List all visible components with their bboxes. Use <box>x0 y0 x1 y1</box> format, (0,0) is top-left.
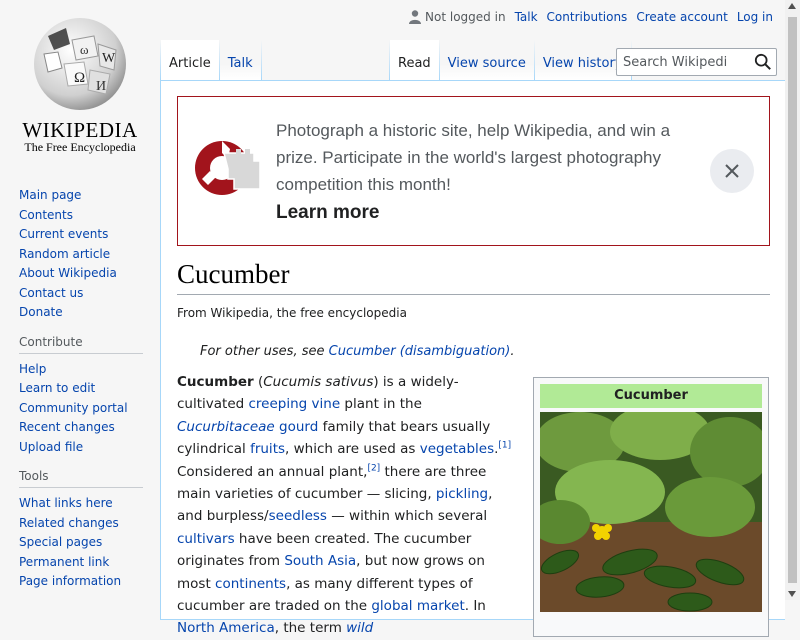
link-south-asia[interactable]: South Asia <box>284 553 356 569</box>
scientific-name: Cucumis sativus <box>263 374 374 390</box>
link-gourd[interactable]: gourd <box>279 419 318 435</box>
learn-more-link[interactable]: Learn more <box>276 202 379 224</box>
contributions-link[interactable]: Contributions <box>547 10 628 24</box>
sidebar-item-donate[interactable]: Donate <box>19 305 63 319</box>
link-wild[interactable]: wild <box>346 620 373 636</box>
text: . In <box>464 598 486 615</box>
sidebar-item-recent-changes[interactable]: Recent changes <box>19 420 115 434</box>
tab-read-label: Read <box>398 56 431 71</box>
tab-view-history-label[interactable]: View history <box>543 56 623 71</box>
contribute-heading: Contribute <box>19 335 143 354</box>
sidebar-item-help[interactable]: Help <box>19 362 46 376</box>
search-box <box>616 48 777 76</box>
nav-contribute: Contribute Help Learn to edit Community … <box>19 335 149 458</box>
tab-read[interactable]: Read <box>390 40 439 80</box>
sidebar-item-related-changes[interactable]: Related changes <box>19 516 119 530</box>
tab-talk[interactable]: Talk <box>219 40 261 80</box>
log-in-link[interactable]: Log in <box>737 10 773 24</box>
sidebar-item-current-events[interactable]: Current events <box>19 227 108 241</box>
sidebar-item-page-information[interactable]: Page information <box>19 574 121 588</box>
sidebar-item-about[interactable]: About Wikipedia <box>19 266 117 280</box>
page-title: Cucumber <box>177 259 770 295</box>
link-north-america[interactable]: North America <box>177 620 275 636</box>
sidebar-item-what-links-here[interactable]: What links here <box>19 496 113 510</box>
tagline: The Free Encyclopedia <box>24 140 136 154</box>
link-seedless[interactable]: seedless <box>269 508 327 524</box>
svg-text:ω: ω <box>80 42 89 57</box>
tab-talk-label[interactable]: Talk <box>228 56 253 71</box>
link-continents[interactable]: continents <box>215 576 286 592</box>
svg-text:И: И <box>96 79 106 94</box>
cucumber-plant-image <box>540 412 762 612</box>
close-icon <box>725 164 739 178</box>
wikipedia-logo[interactable]: Ω W ω И WIKIPEDIA The Free Encyclopedia <box>18 14 142 156</box>
sidebar-item-main-page[interactable]: Main page <box>19 188 81 202</box>
hatnote-text: For other uses, see <box>200 344 329 359</box>
sidebar-item-contact[interactable]: Contact us <box>19 286 83 300</box>
text: , which are used as <box>285 441 420 458</box>
infobox-title: Cucumber <box>540 384 762 408</box>
search-input[interactable] <box>617 49 747 75</box>
sidebar-item-upload-file[interactable]: Upload file <box>19 440 83 454</box>
disambiguation-link[interactable]: Cucumber (disambiguation) <box>329 344 511 359</box>
svg-text:Ω: Ω <box>74 70 85 86</box>
search-icon[interactable] <box>754 53 772 71</box>
user-icon <box>409 10 422 24</box>
sidebar-item-special-pages[interactable]: Special pages <box>19 535 102 549</box>
sidebar-item-community-portal[interactable]: Community portal <box>19 401 128 415</box>
tools-heading: Tools <box>19 469 143 488</box>
tab-separator <box>260 40 262 80</box>
text: — within which several <box>326 508 488 525</box>
scroll-down-arrow-icon[interactable] <box>788 591 796 597</box>
wikipedia-globe-icon: Ω W ω И <box>34 18 126 110</box>
scrollbar-thumb[interactable] <box>788 17 797 583</box>
sidebar-item-random-article[interactable]: Random article <box>19 247 110 261</box>
cucumber-image[interactable] <box>540 412 762 612</box>
not-logged-in-text: Not logged in <box>425 10 506 24</box>
sidebar-item-permanent-link[interactable]: Permanent link <box>19 555 109 569</box>
text: Considered an annual plant, <box>177 463 368 480</box>
svg-text:W: W <box>102 51 116 66</box>
banner-close-button[interactable] <box>710 149 754 193</box>
site-subtitle: From Wikipedia, the free encyclopedia <box>177 306 407 320</box>
tab-article[interactable]: Article <box>161 40 219 80</box>
nav-tools: Tools What links here Related changes Sp… <box>19 469 149 592</box>
namespace-tabs: Article Talk <box>160 40 262 80</box>
link-global-market[interactable]: global market <box>371 598 464 614</box>
banner-text: Photograph a historic site, help Wikiped… <box>276 121 671 194</box>
page-scrollbar[interactable] <box>785 0 800 600</box>
hatnote-suffix: . <box>510 344 515 359</box>
text: plant in the <box>340 396 422 413</box>
campaign-banner: Photograph a historic site, help Wikiped… <box>177 96 770 246</box>
talk-link[interactable]: Talk <box>515 10 538 24</box>
link-fruits[interactable]: fruits <box>250 441 285 457</box>
link-creeping-vine[interactable]: creeping vine <box>249 396 341 412</box>
reference-2[interactable]: [2] <box>367 463 380 473</box>
bold-term: Cucumber <box>177 374 254 390</box>
nav-main: Main page Contents Current events Random… <box>19 186 149 323</box>
text: ( <box>253 374 264 390</box>
hatnote: For other uses, see Cucumber (disambigua… <box>200 344 515 359</box>
sidebar: Main page Contents Current events Random… <box>19 186 149 604</box>
sidebar-item-learn-to-edit[interactable]: Learn to edit <box>19 381 95 395</box>
wiki-loves-monuments-icon <box>195 141 261 195</box>
content-area: Photograph a historic site, help Wikiped… <box>160 80 785 637</box>
link-cucurbitaceae[interactable]: Cucurbitaceae <box>177 419 275 435</box>
link-pickling[interactable]: pickling <box>436 486 488 502</box>
tab-view-source-label[interactable]: View source <box>448 56 526 71</box>
link-cultivars[interactable]: cultivars <box>177 531 235 547</box>
create-account-link[interactable]: Create account <box>636 10 728 24</box>
scroll-up-arrow-icon[interactable] <box>788 3 796 9</box>
personal-tools: Not logged in Talk Contributions Create … <box>409 10 773 24</box>
text: , the term <box>274 620 347 637</box>
tab-view-source[interactable]: View source <box>439 40 534 80</box>
view-tabs: Read View source View history <box>389 40 632 80</box>
infobox: Cucumber <box>533 377 769 637</box>
link-vegetables[interactable]: vegetables <box>420 441 494 457</box>
reference-1[interactable]: [1] <box>498 441 511 451</box>
tab-article-label: Article <box>169 56 211 71</box>
sidebar-item-contents[interactable]: Contents <box>19 208 73 222</box>
